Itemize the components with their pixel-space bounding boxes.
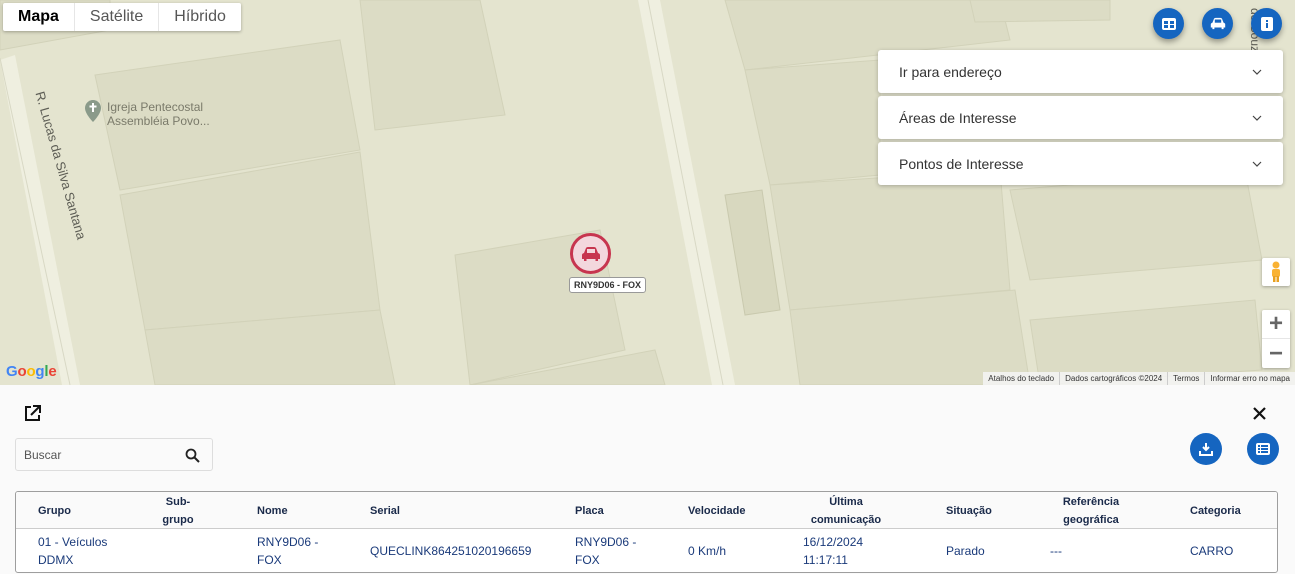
header-subgrupo-line-2: grupo [162, 513, 194, 526]
download-button[interactable] [1190, 433, 1222, 465]
header-situacao[interactable]: Situação [946, 492, 992, 529]
grid-view-button[interactable] [1153, 8, 1184, 39]
keyboard-shortcuts-link[interactable]: Atalhos do teclado [983, 372, 1059, 385]
list-icon [1256, 443, 1270, 455]
church-pin-icon [85, 100, 101, 122]
pegman-icon [1272, 261, 1280, 282]
map-type-mapa[interactable]: Mapa [3, 3, 75, 31]
cell-velocidade: 0 Km/h [688, 544, 727, 558]
map-type-hibrido[interactable]: Híbrido [159, 3, 241, 31]
header-placa[interactable]: Placa [575, 492, 604, 529]
search-icon[interactable] [185, 448, 200, 463]
cell-categoria: CARRO [1190, 544, 1234, 558]
map-data-text: Dados cartográficos ©2024 [1059, 372, 1167, 385]
cell-serial: QUECLINK864251020196659 [370, 544, 532, 558]
zoom-out-button[interactable]: − [1262, 339, 1290, 368]
vehicles-button[interactable] [1202, 8, 1233, 39]
cell-grupo-line-2: DDMX [38, 553, 74, 567]
cell-nome: RNY9D06 - FOX [257, 529, 319, 572]
cell-hora: 11:17:11 [803, 553, 848, 567]
header-referencia-geografica[interactable]: Referência geográfica [1051, 492, 1131, 529]
chevron-down-icon [1252, 115, 1262, 121]
table-icon [1161, 17, 1176, 30]
header-ultima-line-1: Última [829, 495, 863, 508]
info-icon [1260, 16, 1273, 31]
map-attribution: Atalhos do teclado Dados cartográficos ©… [983, 372, 1295, 385]
columns-button[interactable] [1247, 433, 1279, 465]
cell-grupo: 01 - Veículos DDMX [38, 529, 108, 572]
panel-areas-de-interesse[interactable]: Áreas de Interesse [878, 96, 1283, 139]
report-error-link[interactable]: Informar erro no mapa [1204, 372, 1295, 385]
cell-situacao: Parado [946, 544, 985, 558]
church-label-line-2: Assembléia Povo... [107, 114, 210, 128]
cell-nome-line-1: RNY9D06 - [257, 535, 319, 549]
vehicle-marker[interactable] [570, 233, 611, 274]
vehicle-list-panel: Grupo Sub- grupo Nome Serial Placa Veloc… [0, 385, 1295, 574]
street-view-pegman[interactable] [1262, 258, 1290, 286]
map-type-selector[interactable]: Mapa Satélite Híbrido [3, 3, 241, 31]
panel-label: Pontos de Interesse [899, 155, 1024, 172]
search-input[interactable] [16, 439, 176, 470]
header-subgrupo-line-1: Sub- [165, 495, 191, 508]
header-ref-line-2: geográfica [1063, 513, 1119, 526]
panel-pontos-de-interesse[interactable]: Pontos de Interesse [878, 142, 1283, 185]
table-header: Grupo Sub- grupo Nome Serial Placa Veloc… [16, 492, 1277, 529]
map-view[interactable]: Mapa Satélite Híbrido Igreja Pentecostal… [0, 0, 1295, 385]
zoom-in-button[interactable]: + [1262, 310, 1290, 339]
poi-church[interactable]: Igreja Pentecostal Assembléia Povo... [85, 100, 210, 128]
cell-nome-line-2: FOX [257, 553, 282, 567]
header-nome[interactable]: Nome [257, 492, 288, 529]
chevron-down-icon [1252, 69, 1262, 75]
cell-referencia: --- [1050, 544, 1062, 558]
search-box [15, 438, 213, 471]
header-ultima-line-2: comunicação [810, 513, 882, 526]
car-icon [581, 246, 600, 261]
church-label-line-1: Igreja Pentecostal [107, 100, 204, 114]
cell-ultima-comunicacao: 16/12/2024 11:17:11 [803, 529, 864, 572]
cell-grupo-line-1: 01 - Veículos [38, 535, 108, 549]
info-button[interactable] [1251, 8, 1282, 39]
vehicle-marker-label: RNY9D06 - FOX [569, 277, 647, 293]
header-serial[interactable]: Serial [370, 492, 400, 529]
header-categoria[interactable]: Categoria [1190, 492, 1241, 529]
map-type-satelite[interactable]: Satélite [75, 3, 160, 31]
panel-label: Ir para endereço [899, 63, 1002, 80]
cell-placa-line-1: RNY9D06 - [575, 535, 637, 549]
zoom-control[interactable]: + − [1262, 310, 1290, 368]
header-ultima-comunicacao[interactable]: Última comunicação [796, 492, 896, 529]
google-logo: Google [6, 363, 57, 380]
panel-label: Áreas de Interesse [899, 109, 1017, 126]
chevron-down-icon [1252, 161, 1262, 167]
open-external-icon[interactable] [23, 404, 42, 423]
header-grupo[interactable]: Grupo [38, 492, 71, 529]
cell-placa: RNY9D06 - FOX [575, 529, 637, 572]
cell-data: 16/12/2024 [803, 535, 864, 549]
close-icon[interactable] [1252, 406, 1267, 421]
car-icon [1210, 17, 1225, 30]
vehicle-table: Grupo Sub- grupo Nome Serial Placa Veloc… [15, 491, 1278, 573]
terms-link[interactable]: Termos [1167, 372, 1204, 385]
download-icon [1199, 443, 1213, 456]
header-ref-line-1: Referência [1062, 495, 1120, 508]
cell-placa-line-2: FOX [575, 553, 600, 567]
header-subgrupo[interactable]: Sub- grupo [156, 492, 200, 529]
panel-ir-para-endereco[interactable]: Ir para endereço [878, 50, 1283, 93]
header-velocidade[interactable]: Velocidade [688, 492, 745, 529]
